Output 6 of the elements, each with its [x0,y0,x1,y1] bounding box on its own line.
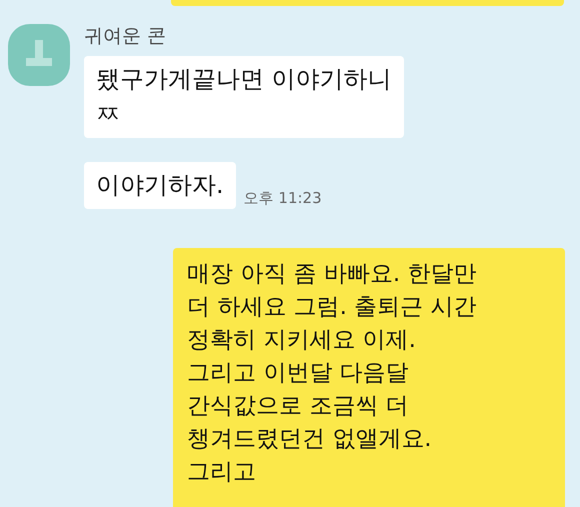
message-bubble: 매장 아직 좀 바빠요. 한달만 더 하세요 그럼. 출퇴근 시간 정확히 지키세요 이제. 그리고 이번달 다음달 간식값으로 조금씩 더 챙겨드렸던건 없앨게요. 그리고 [173,248,565,507]
message-time: 오후 11:23 [244,188,322,208]
avatar [8,24,70,86]
sender-name: 귀여운 콘 [84,24,168,48]
message-bubble: 됐구가게끝나면 이야기하니 ㅉ [84,56,404,138]
message-bubble: 이야기하자. [84,162,236,209]
